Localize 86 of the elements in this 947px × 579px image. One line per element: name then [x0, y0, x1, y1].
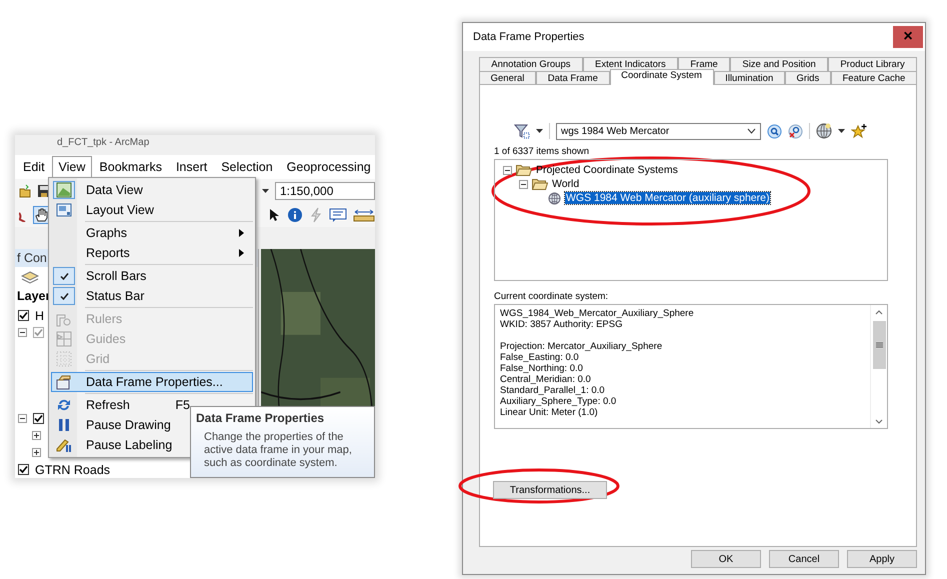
open-folder-icon — [19, 184, 31, 198]
globe-icon[interactable] — [816, 123, 832, 139]
dropdown-caret-icon[interactable] — [262, 189, 269, 193]
dropdown-caret-icon[interactable] — [838, 129, 845, 133]
tab[interactable]: Frame — [678, 57, 730, 71]
check-icon — [60, 292, 68, 300]
pause-icon — [57, 418, 71, 432]
submenu-arrow-icon — [239, 229, 244, 237]
search-combo-box[interactable]: wgs 1984 Web Mercator — [556, 122, 761, 140]
layer-name[interactable]: H — [35, 308, 44, 322]
search-icon[interactable] — [767, 124, 782, 138]
map-scale-field[interactable]: 1:150,000 — [275, 182, 375, 200]
tab[interactable]: Feature Cache — [830, 71, 917, 85]
tree-item[interactable]: Projected Coordinate Systems — [536, 164, 678, 176]
folder-icon — [516, 164, 532, 176]
dropdown-caret-icon[interactable] — [536, 129, 543, 133]
checkbox[interactable] — [33, 413, 44, 424]
menu-item[interactable]: Data Frame Properties... — [51, 372, 253, 392]
collapse-toggle[interactable] — [503, 166, 512, 174]
dialog-button[interactable]: Cancel — [769, 550, 839, 568]
section-label: Current coordinate system: — [494, 291, 610, 302]
measure-icon[interactable] — [353, 208, 375, 222]
check-icon — [60, 272, 68, 280]
clear-search-icon[interactable] — [788, 124, 803, 138]
result-count: 1 of 6337 items shown — [494, 146, 590, 157]
layer-name[interactable]: GTRN Roads — [35, 462, 110, 476]
tab[interactable]: Illumination — [714, 71, 785, 85]
checkbox[interactable] — [18, 464, 29, 475]
detail-line: Standard_Parallel_1: 0.0 — [500, 385, 606, 396]
detail-line: Central_Meridian: 0.0 — [500, 374, 592, 385]
menu-item[interactable]: Status Bar — [51, 286, 253, 306]
submenu-arrow-icon — [239, 249, 244, 257]
pencil-pause-icon — [56, 437, 72, 453]
filter-icon[interactable] — [514, 124, 530, 138]
hand-icon — [34, 207, 50, 223]
tab[interactable]: Coordinate System — [610, 69, 714, 85]
tab[interactable]: Annotation Groups — [479, 57, 583, 71]
transformations-button[interactable]: Transformations... — [493, 481, 607, 499]
pointer-icon[interactable] — [269, 208, 281, 222]
globe-icon — [548, 192, 561, 204]
detail-line: WKID: 3857 Authority: EPSG — [500, 319, 624, 330]
menu-item[interactable]: Graphs — [51, 223, 253, 243]
tab[interactable]: Size and Position — [730, 57, 828, 71]
dialog-button[interactable]: OK — [691, 550, 761, 568]
dialog-button[interactable]: Apply — [847, 550, 917, 568]
menu-item[interactable]: Scroll Bars — [51, 266, 253, 286]
star-add-icon[interactable] — [851, 123, 867, 139]
info-icon[interactable] — [287, 207, 303, 223]
page-layout-icon — [56, 202, 72, 218]
refresh-icon — [56, 397, 72, 413]
tab[interactable]: Data Frame — [536, 71, 610, 85]
menu-item[interactable]: Layout View — [51, 200, 253, 220]
tab[interactable]: Product Library — [828, 57, 918, 71]
menu-bar-item[interactable]: Edit — [16, 156, 52, 178]
detail-line: Projection: Mercator_Auxiliary_Sphere — [500, 341, 664, 352]
detail-line: WGS_1984_Web_Mercator_Auxiliary_Sphere — [500, 308, 695, 319]
detail-line: False_Northing: 0.0 — [500, 363, 584, 374]
menu-bar-item[interactable]: View — [52, 156, 92, 178]
menu-bar-item[interactable]: Insert — [168, 156, 214, 178]
collapse-toggle[interactable] — [519, 180, 528, 188]
detail-line: Auxiliary_Sphere_Type: 0.0 — [500, 396, 618, 407]
close-button[interactable]: × — [893, 26, 923, 48]
menu-item[interactable]: Data View — [51, 180, 253, 200]
tree-item[interactable]: WGS 1984 Web Mercator (auxiliary sphere) — [565, 192, 770, 204]
map-view-icon — [56, 182, 72, 198]
detail-line: False_Easting: 0.0 — [500, 352, 580, 363]
tree-item[interactable]: World — [552, 178, 580, 190]
toc-heading: Layer — [16, 289, 50, 305]
guides-icon — [56, 331, 72, 347]
layers-icon[interactable] — [21, 271, 39, 285]
expand-toggle[interactable] — [32, 448, 41, 457]
detail-line: Linear Unit: Meter (1.0) — [500, 407, 599, 418]
tooltip-text: Change the properties of the active data frame in your map, such as coordinate system. — [203, 431, 353, 470]
checkbox[interactable] — [18, 310, 29, 321]
folder-icon — [532, 178, 548, 190]
menu-bar-item[interactable]: Bookmarks — [92, 156, 169, 178]
menu-bar-item[interactable]: Geoprocessing — [280, 156, 378, 178]
expand-toggle[interactable] — [32, 431, 41, 440]
tab[interactable]: Grids — [784, 71, 831, 85]
window-title: d_FCT_tpk - ArcMap — [56, 136, 150, 150]
menu-bar-item[interactable]: Selection — [214, 156, 280, 178]
collapse-toggle[interactable] — [18, 414, 27, 423]
popup-icon[interactable] — [329, 207, 347, 223]
dialog-title: Data Frame Properties — [473, 31, 586, 43]
tab[interactable]: General — [479, 71, 536, 85]
grid-icon — [56, 351, 72, 367]
